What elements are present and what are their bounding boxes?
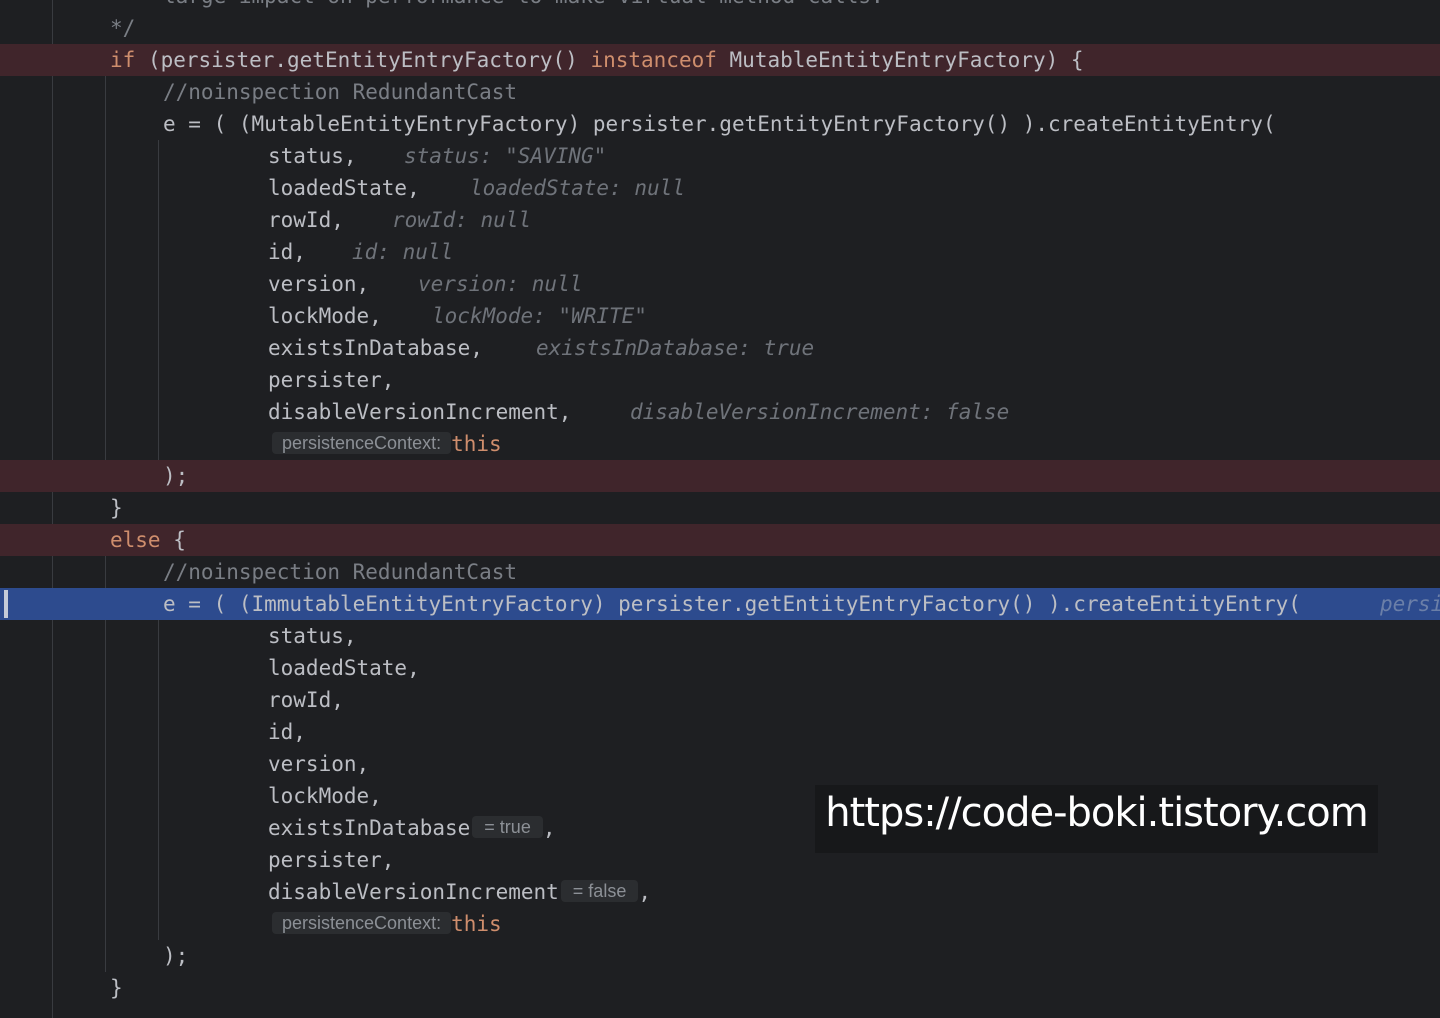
arg-version: version, (268, 752, 370, 776)
keyword-this: this (451, 432, 502, 456)
execution-point-line[interactable]: e = ( (ImmutableEntityEntryFactory) pers… (0, 588, 1440, 620)
param-hint-row: persistenceContext: this (272, 428, 502, 460)
immutable-create-call: e = ( (ImmutableEntityEntryFactory) pers… (163, 592, 1301, 616)
comma: , (542, 816, 556, 840)
code-line[interactable]: disableVersionIncrement = false, (0, 876, 1440, 908)
code-line[interactable]: //noinspection RedundantCast (0, 76, 1440, 108)
arg-version: version, (268, 272, 370, 296)
debug-hint-status: status: "SAVING" (404, 144, 607, 168)
arg-status: status, (268, 144, 357, 168)
close-brace: } (110, 976, 123, 1000)
code-line[interactable]: status, status: "SAVING" (0, 140, 1440, 172)
code-line[interactable]: rowId, rowId: null (0, 204, 1440, 236)
arg-id: id, (268, 240, 306, 264)
execution-point-marker (4, 590, 8, 618)
param-hint-persistenceContext: persistenceContext: (272, 912, 452, 934)
watermark-url: https://code-boki.tistory.com (815, 785, 1378, 853)
code-editor[interactable]: large impact on performance to make virt… (0, 0, 1440, 1018)
breakpoint-line-else[interactable]: else { (0, 524, 1440, 556)
if-statement: if (persister.getEntityEntryFactory() in… (110, 44, 1084, 76)
param-hint-row: persistenceContext: this (272, 908, 502, 940)
code-line[interactable]: ); (0, 940, 1440, 972)
arg-disableVersionIncrement: disableVersionIncrement (268, 880, 559, 904)
arg-disableVersionIncrement: disableVersionIncrement, (268, 400, 572, 424)
if-condition: (persister.getEntityEntryFactory() (135, 48, 591, 72)
code-line[interactable]: persistenceContext: this (0, 908, 1440, 940)
debug-hint-rowId: rowId: null (392, 208, 532, 232)
debug-hint-version: version: null (418, 272, 583, 296)
arg-rowId: rowId, (268, 208, 344, 232)
code-line[interactable]: id, (0, 716, 1440, 748)
debug-hint-disableVersionIncrement: disableVersionIncrement: false (630, 400, 1010, 424)
arg-loadedState: loadedState, (268, 656, 420, 680)
noinspection-comment: //noinspection RedundantCast (163, 80, 518, 104)
code-line[interactable]: id, id: null (0, 236, 1440, 268)
debug-hint-lockMode: lockMode: "WRITE" (432, 304, 647, 328)
arg-rowId: rowId, (268, 688, 344, 712)
code-line[interactable]: } (0, 972, 1440, 1004)
breakpoint-line-close[interactable]: ); (0, 460, 1440, 492)
close-brace: } (110, 496, 123, 520)
code-line[interactable]: rowId, (0, 684, 1440, 716)
code-line[interactable]: disableVersionIncrement, disableVersionI… (0, 396, 1440, 428)
arg-loadedState: loadedState, (268, 176, 420, 200)
comma: , (638, 880, 651, 904)
arg-existsInDatabase: existsInDatabase, (268, 336, 483, 360)
code-line[interactable]: */ (0, 12, 1440, 44)
noinspection-comment: //noinspection RedundantCast (163, 560, 518, 584)
arg-persister: persister, (268, 848, 395, 872)
keyword-this: this (451, 912, 502, 936)
debug-hint-existsInDatabase: existsInDatabase: true (536, 336, 815, 360)
arg-existsInDatabase-row: existsInDatabase = true, (268, 812, 555, 844)
arg-id: id, (268, 720, 306, 744)
keyword-instanceof: instanceof (590, 48, 717, 72)
close-call: ); (163, 944, 189, 968)
arg-existsInDatabase: existsInDatabase (268, 816, 471, 840)
code-line[interactable]: loadedState, (0, 652, 1440, 684)
code-line[interactable]: loadedState, loadedState: null (0, 172, 1440, 204)
comment-text: large impact on performance to make virt… (163, 0, 884, 12)
code-line[interactable]: e = ( (MutableEntityEntryFactory) persis… (0, 108, 1440, 140)
code-line[interactable]: //noinspection RedundantCast (0, 556, 1440, 588)
code-line[interactable]: status, (0, 620, 1440, 652)
close-call: ); (163, 464, 189, 488)
code-line[interactable]: } (0, 492, 1440, 524)
code-line[interactable]: lockMode, lockMode: "WRITE" (0, 300, 1440, 332)
arg-lockMode: lockMode, (268, 784, 382, 808)
inline-value-disableVersionIncrement[interactable]: = false (560, 880, 639, 902)
code-line[interactable]: existsInDatabase, existsInDatabase: true (0, 332, 1440, 364)
breakpoint-line-if[interactable]: if (persister.getEntityEntryFactory() in… (0, 44, 1440, 76)
comment-end: */ (110, 16, 136, 40)
else-brace: { (160, 528, 186, 552)
if-condition-tail: MutableEntityEntryFactory) { (716, 48, 1084, 72)
debug-hint-truncated: persi (1380, 592, 1440, 616)
arg-persister: persister, (268, 368, 395, 392)
arg-status: status, (268, 624, 357, 648)
code-line[interactable]: version, version: null (0, 268, 1440, 300)
else-statement: else { (110, 524, 186, 556)
mutable-create-call: e = ( (MutableEntityEntryFactory) persis… (163, 112, 1276, 136)
debug-hint-loadedState: loadedState: null (470, 176, 685, 200)
keyword-if: if (110, 48, 136, 72)
keyword-else: else (110, 528, 161, 552)
debug-hint-id: id: null (352, 240, 454, 264)
code-line[interactable]: large impact on performance to make virt… (0, 0, 1440, 12)
code-line[interactable]: version, (0, 748, 1440, 780)
code-line[interactable]: persister, (0, 364, 1440, 396)
code-line[interactable]: persistenceContext: this (0, 428, 1440, 460)
arg-lockMode: lockMode, (268, 304, 382, 328)
arg-disableVersionIncrement-row: disableVersionIncrement = false, (268, 876, 651, 908)
inline-value-existsInDatabase[interactable]: = true (472, 816, 543, 838)
param-hint-persistenceContext: persistenceContext: (272, 432, 452, 454)
